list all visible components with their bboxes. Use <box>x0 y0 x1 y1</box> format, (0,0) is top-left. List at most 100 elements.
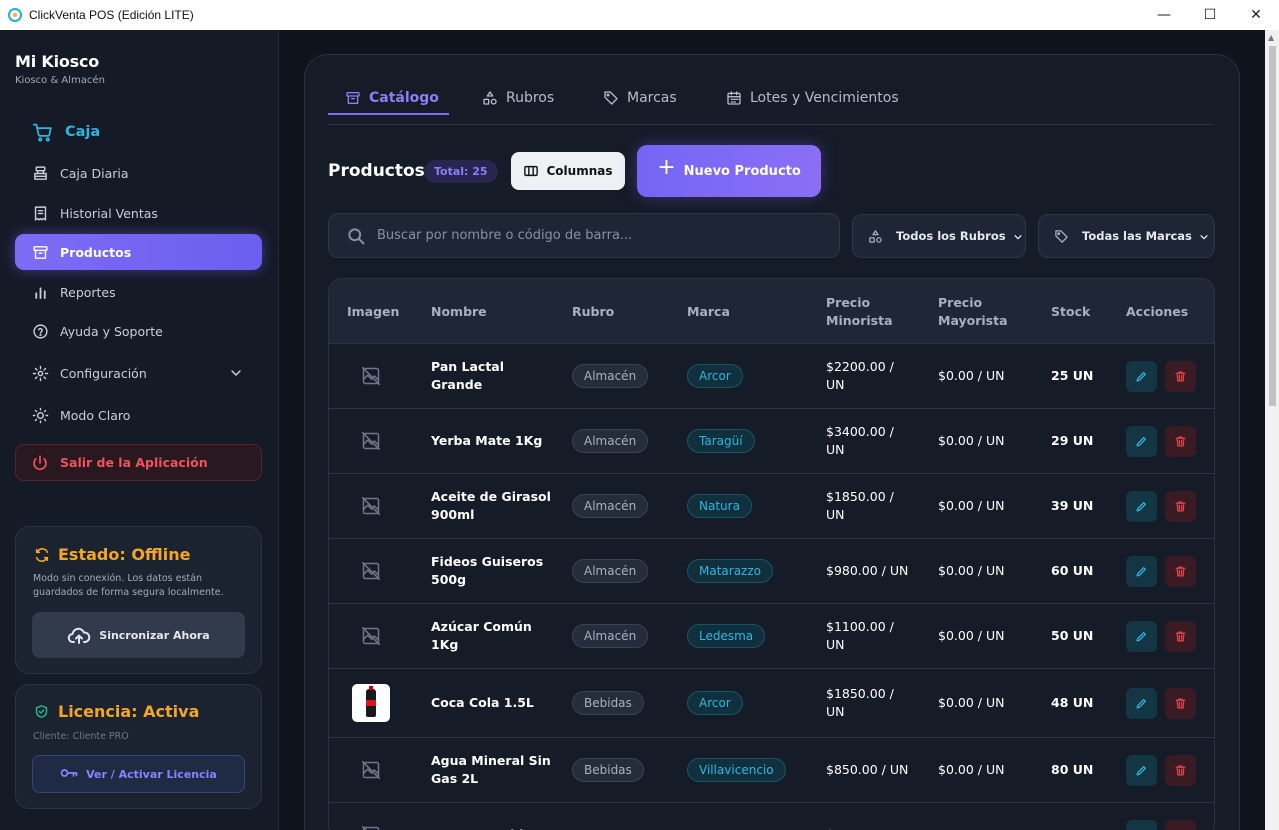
columns-label: Columnas <box>546 164 613 178</box>
tag-icon <box>603 90 619 106</box>
rubro-badge: Almacén <box>572 429 649 453</box>
marca-filter-value: Todas las Marcas <box>1082 229 1192 243</box>
product-image-cell <box>329 344 381 408</box>
view-license-button[interactable]: Ver / Activar Licencia <box>32 755 245 793</box>
status-description: Modo sin conexión. Los datos están guard… <box>33 573 224 598</box>
register-icon <box>31 164 49 182</box>
sidebar-item-reportes[interactable]: Reportes <box>15 274 262 310</box>
license-card: Licencia: Activa Cliente: Cliente PRO Ve… <box>15 684 262 809</box>
sidebar: Mi Kiosco Kiosco & Almacén Caja Caja Dia… <box>0 30 279 830</box>
shapes-icon <box>868 229 883 244</box>
tab-label: Lotes y Vencimientos <box>750 89 899 106</box>
vertical-scrollbar[interactable]: ▲ <box>1265 30 1279 830</box>
delete-button[interactable] <box>1165 490 1196 522</box>
edit-button[interactable] <box>1126 687 1157 719</box>
store-name: Mi Kiosco <box>15 52 100 71</box>
sidebar-item-label: Modo Claro <box>60 407 131 423</box>
window-titlebar: ClickVenta POS (Edición LITE) — ☐ ✕ <box>0 0 1279 30</box>
product-name: Coca Cola 1.5L <box>431 695 534 710</box>
bottle-image <box>366 686 376 717</box>
table-row: Yerba Mate 1Kg Almacén Taragüí $3400.00 / U… <box>329 409 1214 474</box>
sidebar-item-modo-claro[interactable]: Modo Claro <box>15 397 262 433</box>
delete-button[interactable] <box>1165 620 1196 652</box>
header-marca: Marca <box>687 303 730 319</box>
delete-button[interactable] <box>1165 360 1196 392</box>
tab-rubros[interactable]: Rubros <box>482 80 554 115</box>
close-button[interactable]: ✕ <box>1233 0 1279 30</box>
products-table: Imagen Nombre Rubro Marca Precio Minoris… <box>328 278 1215 830</box>
search-box[interactable] <box>328 213 840 258</box>
new-product-button[interactable]: + Nuevo Producto <box>637 145 821 197</box>
sidebar-item-caja-diaria[interactable]: Caja Diaria <box>15 155 262 191</box>
archive-box-icon <box>31 243 49 261</box>
wholesale-price: $0.00 / UN <box>938 695 1005 710</box>
edit-button[interactable] <box>1126 490 1157 522</box>
key-icon <box>60 767 78 781</box>
marca-badge: Natura <box>687 494 752 518</box>
retail-price: $1400.00 / <box>826 826 916 830</box>
sidebar-item-caja[interactable]: Caja <box>15 114 262 150</box>
edit-button[interactable] <box>1126 819 1157 830</box>
edit-button[interactable] <box>1126 360 1157 392</box>
delete-button[interactable] <box>1165 687 1196 719</box>
page-title: Productos <box>328 161 425 181</box>
sidebar-item-productos[interactable]: Productos <box>15 234 262 270</box>
columns-button[interactable]: Columnas <box>511 152 625 190</box>
product-image-cell <box>329 409 381 473</box>
stock-value: 60 UN <box>1051 563 1094 578</box>
active-tab-indicator <box>328 113 449 115</box>
rubro-filter-dropdown[interactable]: Todos los Rubros <box>852 214 1026 258</box>
sidebar-item-historial-ventas[interactable]: Historial Ventas <box>15 195 262 231</box>
edit-button[interactable] <box>1126 754 1157 786</box>
sidebar-item-ayuda[interactable]: Ayuda y Soporte <box>15 313 262 349</box>
minimize-button[interactable]: — <box>1141 0 1187 30</box>
delete-button[interactable] <box>1165 754 1196 786</box>
header-imagen: Imagen <box>347 303 400 319</box>
rubro-badge: Bebidas <box>572 758 644 782</box>
wholesale-price: $0.00 / UN <box>938 563 1005 578</box>
scrollbar-thumb[interactable] <box>1269 46 1276 406</box>
maximize-button[interactable]: ☐ <box>1187 0 1233 30</box>
sidebar-item-configuracion[interactable]: Configuración <box>15 355 262 391</box>
edit-button[interactable] <box>1126 425 1157 457</box>
product-image-cell <box>329 539 381 603</box>
new-product-label: Nuevo Producto <box>683 163 801 179</box>
edit-button[interactable] <box>1126 555 1157 587</box>
tab-lotes-vencimientos[interactable]: Lotes y Vencimientos <box>726 80 899 115</box>
marca-badge: Matarazzo <box>687 559 773 583</box>
tab-label: Marcas <box>627 89 677 106</box>
retail-price: $980.00 / UN <box>826 563 909 578</box>
pencil-icon <box>1135 370 1148 383</box>
no-image-icon <box>361 626 381 646</box>
delete-button[interactable] <box>1165 819 1196 830</box>
wholesale-price: $0.00 / UN <box>938 433 1005 448</box>
chevron-down-icon[interactable] <box>228 365 244 381</box>
tab-marcas[interactable]: Marcas <box>603 80 677 115</box>
no-image-icon <box>361 366 381 386</box>
exit-app-button[interactable]: Salir de la Aplicación <box>15 444 262 481</box>
search-input[interactable] <box>377 228 817 243</box>
bar-chart-icon <box>31 283 49 301</box>
cart-icon <box>31 121 53 143</box>
product-image-cell <box>329 669 390 737</box>
sidebar-item-label: Productos <box>60 244 132 260</box>
marca-filter-dropdown[interactable]: Todas las Marcas <box>1038 214 1215 258</box>
header-precio-minorista: Precio Minorista <box>826 294 893 328</box>
scroll-up-icon[interactable]: ▲ <box>1268 34 1276 42</box>
product-name: Azúcar Común 1Kg <box>431 619 532 652</box>
marca-badge: Ledesma <box>687 624 766 648</box>
edit-button[interactable] <box>1126 620 1157 652</box>
product-name: Cerveza Rubia <box>431 826 551 830</box>
delete-button[interactable] <box>1165 425 1196 457</box>
shield-check-icon <box>34 704 50 720</box>
sidebar-item-label: Reportes <box>60 284 116 300</box>
product-image-cell <box>329 474 381 538</box>
trash-icon <box>1174 435 1187 448</box>
sync-now-button[interactable]: Sincronizar Ahora <box>32 612 245 658</box>
stock-value: 100 <box>1051 826 1101 830</box>
product-name: Agua Mineral Sin Gas 2L <box>431 753 551 786</box>
pencil-icon <box>1135 697 1148 710</box>
rubro-filter-value: Todos los Rubros <box>896 229 1006 243</box>
delete-button[interactable] <box>1165 555 1196 587</box>
tab-catalogo[interactable]: Catálogo <box>345 80 439 115</box>
